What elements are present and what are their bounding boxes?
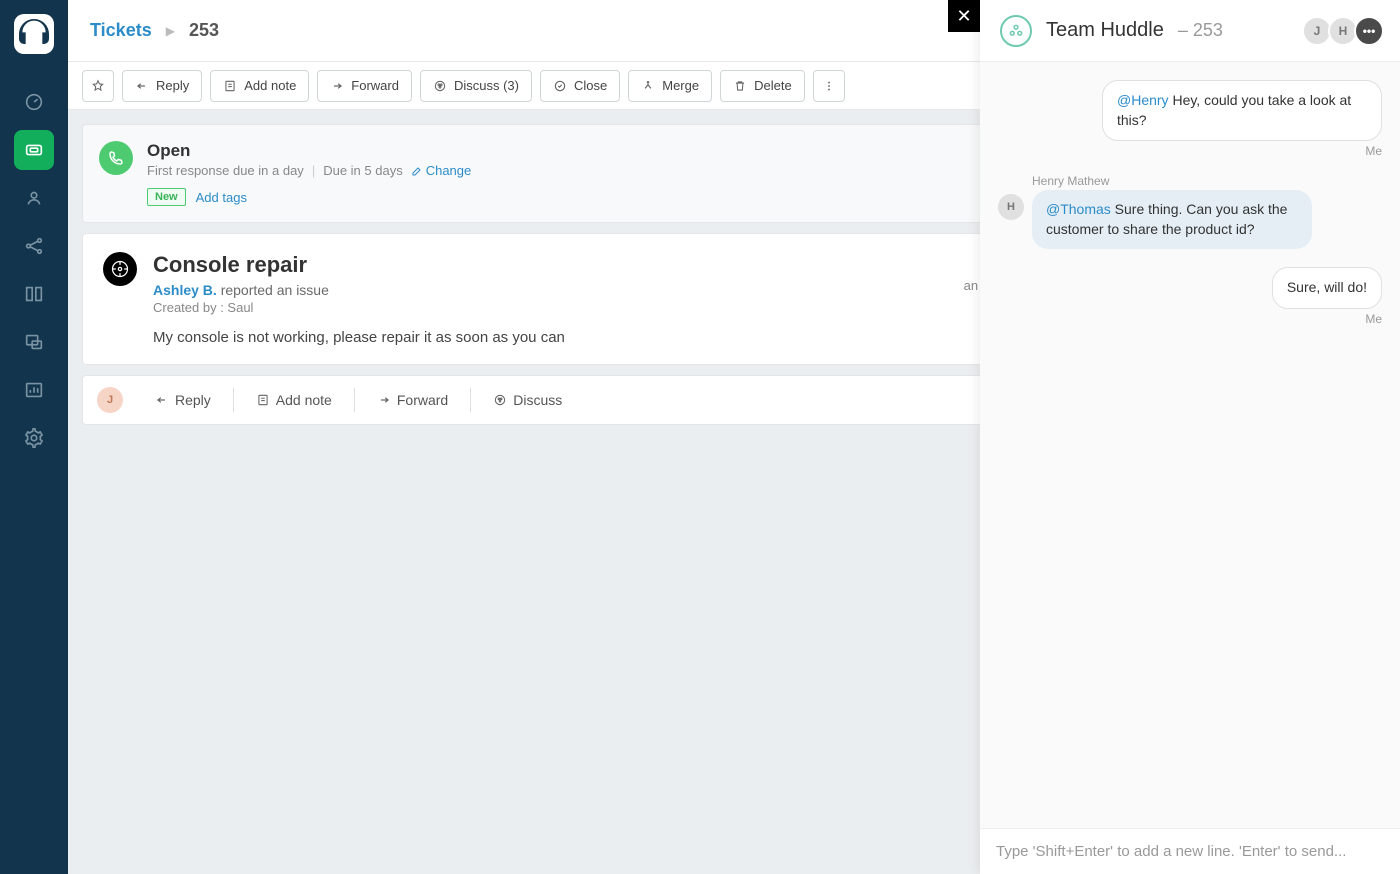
add-tags-link[interactable]: Add tags	[196, 190, 247, 205]
new-badge: New	[147, 188, 186, 206]
breadcrumb-ticket-id: 253	[189, 20, 219, 41]
huddle-title: Team Huddle	[1046, 19, 1164, 42]
ticket-body: My console is not working, please repair…	[153, 329, 1065, 346]
bar-note-button[interactable]: Add note	[242, 386, 346, 414]
huddle-msg-3: Sure, will do!	[1272, 267, 1382, 309]
ticket-message: Console repair Ashley B. reported an iss…	[82, 233, 1086, 365]
nav-solutions-icon[interactable]	[14, 274, 54, 314]
nav-tickets-icon[interactable]	[14, 130, 54, 170]
reporter-link[interactable]: Ashley B.	[153, 282, 217, 298]
created-by-text: Created by : Saul	[153, 300, 1065, 315]
bar-reply-button[interactable]: Reply	[141, 386, 225, 414]
huddle-avatar-more[interactable]: •••	[1354, 16, 1384, 46]
due-text: Due in 5 days	[323, 163, 403, 178]
star-button[interactable]	[82, 70, 114, 102]
team-huddle-panel: ✕ Team Huddle – 253 J H ••• @Henry Hey, …	[980, 0, 1400, 874]
reply-button[interactable]: Reply	[122, 70, 202, 102]
phone-icon	[99, 141, 133, 175]
bar-forward-button[interactable]: Forward	[363, 386, 462, 414]
status-title: Open	[147, 141, 1069, 161]
ticket-title: Console repair	[153, 252, 1065, 278]
huddle-msg-1: @Henry Hey, could you take a look at thi…	[1102, 80, 1382, 141]
huddle-composer	[980, 828, 1400, 874]
huddle-input[interactable]	[996, 843, 1384, 860]
close-button[interactable]: Close	[540, 70, 620, 102]
nav-chat-icon[interactable]	[14, 322, 54, 362]
huddle-logo-icon	[1000, 15, 1032, 47]
nav-reports-icon[interactable]	[14, 370, 54, 410]
chevron-right-icon: ▶	[166, 24, 175, 38]
status-card: Open First response due in a day | Due i…	[82, 124, 1086, 223]
close-huddle-icon[interactable]: ✕	[948, 0, 980, 32]
merge-button[interactable]: Merge	[628, 70, 712, 102]
current-user-avatar: J	[97, 387, 123, 413]
first-response-text: First response due in a day	[147, 163, 304, 178]
huddle-header: Team Huddle – 253 J H •••	[980, 0, 1400, 62]
nav-settings-icon[interactable]	[14, 418, 54, 458]
add-note-button[interactable]: Add note	[210, 70, 309, 102]
breadcrumb-section-link[interactable]: Tickets	[90, 20, 152, 41]
bar-discuss-button[interactable]: Discuss	[479, 386, 576, 414]
huddle-msg-1-sender: Me	[1365, 144, 1382, 158]
huddle-msg-2: @Thomas Sure thing. Can you ask the cust…	[1032, 190, 1312, 249]
nav-contacts-icon[interactable]	[14, 178, 54, 218]
app-logo[interactable]	[14, 14, 54, 54]
huddle-msg-2-avatar: H	[998, 194, 1024, 220]
huddle-subtitle: – 253	[1178, 20, 1223, 41]
huddle-msg-3-sender: Me	[1365, 312, 1382, 326]
more-actions-button[interactable]	[813, 70, 845, 102]
left-nav	[0, 0, 68, 874]
nav-social-icon[interactable]	[14, 226, 54, 266]
nav-dashboard-icon[interactable]	[14, 82, 54, 122]
huddle-messages: @Henry Hey, could you take a look at thi…	[980, 62, 1400, 828]
delete-button[interactable]: Delete	[720, 70, 805, 102]
reply-bar: J Reply Add note Forward Discuss	[82, 375, 1086, 425]
forward-button[interactable]: Forward	[317, 70, 412, 102]
reporter-avatar	[103, 252, 137, 286]
change-link[interactable]: Change	[411, 163, 472, 178]
discuss-button[interactable]: Discuss (3)	[420, 70, 532, 102]
huddle-msg-2-sender: Henry Mathew	[1032, 174, 1109, 188]
